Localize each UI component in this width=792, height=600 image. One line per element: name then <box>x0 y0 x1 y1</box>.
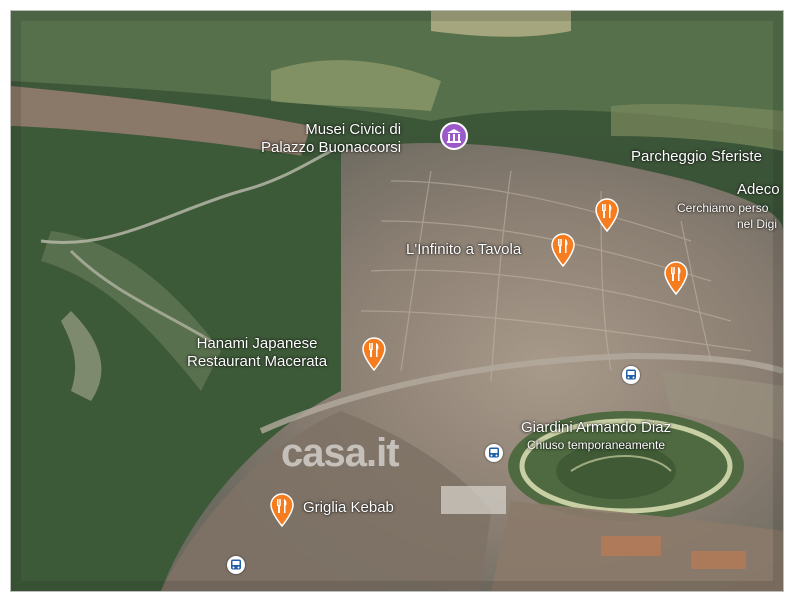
museum-icon[interactable] <box>439 121 469 151</box>
bus-stop-2[interactable] <box>485 444 503 462</box>
griglia-label[interactable]: Griglia Kebab <box>303 499 394 517</box>
bus-icon <box>231 559 241 570</box>
restaurant-pin-1[interactable] <box>594 198 620 232</box>
bus-icon <box>626 369 636 380</box>
restaurant-pin-2[interactable] <box>663 261 689 295</box>
hanami-label[interactable]: Hanami Japanese Restaurant Macerata <box>187 335 327 371</box>
museum-label-line1: Musei Civici di <box>305 121 402 138</box>
parking-label[interactable]: Parcheggio Sferiste <box>631 148 762 166</box>
watermark: casa.it <box>281 431 400 475</box>
giardini-label[interactable]: Giardini Armando Diaz Chiuso temporaneam… <box>521 419 671 453</box>
restaurant-pin-hanami[interactable] <box>361 337 387 371</box>
hanami-line2: Restaurant Macerata <box>187 353 328 370</box>
map-view[interactable]: Musei Civici di Palazzo Buonaccorsi Parc… <box>10 10 784 592</box>
museum-label-line2: Palazzo Buonaccorsi <box>261 139 402 156</box>
restaurant-pin-infinito[interactable] <box>550 233 576 267</box>
adecco-sub1: Cerchiamo perso <box>677 201 769 215</box>
bus-stop-3[interactable] <box>227 556 245 574</box>
restaurant-pin-griglia[interactable] <box>269 493 295 527</box>
adecco-sub2: nel Digi <box>737 217 778 231</box>
giardini-status: Chiuso temporaneamente <box>526 438 666 452</box>
giardini-title: Giardini Armando Diaz <box>521 419 672 436</box>
adecco-title: Adeco <box>737 181 780 198</box>
adecco-label[interactable]: Adeco <box>737 181 780 199</box>
satellite-imagery <box>11 11 783 591</box>
infinito-label[interactable]: L'Infinito a Tavola <box>406 241 521 259</box>
hanami-line1: Hanami Japanese <box>196 335 318 352</box>
bus-icon <box>489 447 499 458</box>
museum-label[interactable]: Musei Civici di Palazzo Buonaccorsi <box>261 121 401 157</box>
bus-stop-1[interactable] <box>622 366 640 384</box>
